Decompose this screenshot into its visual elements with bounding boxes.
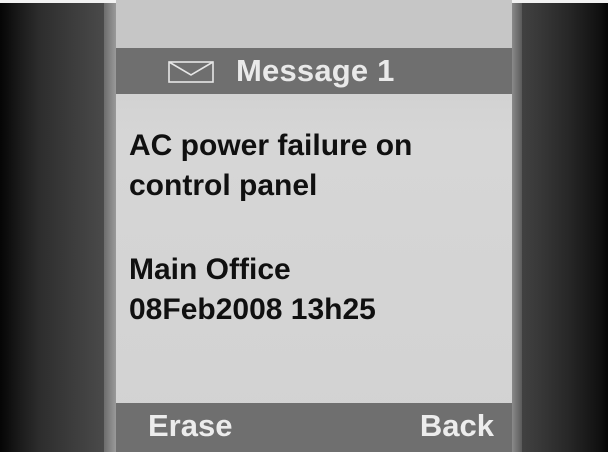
message-title-bar: Message 1 <box>116 48 512 94</box>
softkey-bar: Erase Back <box>116 403 512 452</box>
message-body: AC power failure on control panel <box>129 126 412 206</box>
phone-screen: Message 1 AC power failure on control pa… <box>116 0 512 452</box>
bezel-inner-right-edge <box>512 0 522 452</box>
erase-button[interactable]: Erase <box>148 408 232 444</box>
status-area <box>116 0 512 48</box>
back-button[interactable]: Back <box>420 408 494 444</box>
timestamp-label: 08Feb2008 13h25 <box>129 293 376 326</box>
envelope-icon <box>168 61 214 83</box>
message-line: control panel <box>129 169 318 202</box>
message-title: Message 1 <box>236 53 395 88</box>
bezel-inner-left-edge <box>104 0 116 452</box>
message-details: Main Office 08Feb2008 13h25 <box>129 250 376 330</box>
message-line: AC power failure on <box>129 129 413 162</box>
location-label: Main Office <box>129 253 291 286</box>
